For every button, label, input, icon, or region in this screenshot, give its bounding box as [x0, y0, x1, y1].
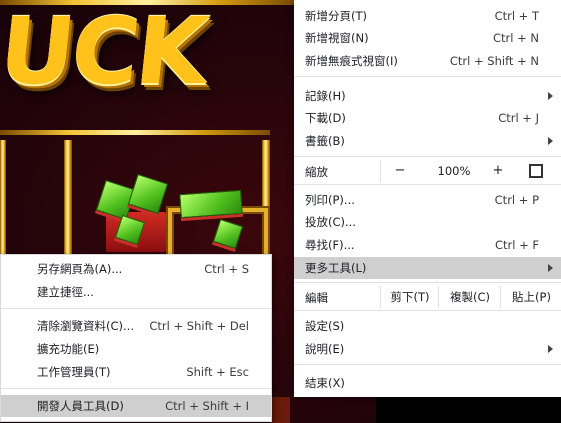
menu-separator [294, 310, 561, 311]
menu-item-help[interactable]: 說明(E) [294, 338, 561, 360]
submenu-item-clear-data[interactable]: 清除瀏覽資料(C)... Ctrl + Shift + Del [1, 315, 271, 337]
menu-separator [294, 364, 561, 365]
green-cube [127, 173, 169, 215]
browser-main-menu: 新增分頁(T) Ctrl + T 新增視窗(N) Ctrl + N 新增無痕式視… [294, 0, 561, 397]
submenu-item-create-shortcut[interactable]: 建立捷徑... [1, 281, 271, 303]
menu-item-shortcut: Ctrl + T [494, 9, 539, 23]
edit-label: 編輯 [305, 291, 328, 305]
menu-zoom-row: 縮放 − 100% + [294, 160, 561, 182]
menu-item-shortcut: Ctrl + N [492, 31, 539, 45]
menu-item-bookmarks[interactable]: 書籤(B) [294, 130, 561, 152]
green-gem-cluster [95, 173, 266, 258]
cut-button[interactable]: 剪下(T) [380, 286, 439, 308]
menu-item-label: 書籤(B) [305, 134, 345, 148]
menu-item-shortcut: Ctrl + S [204, 262, 249, 276]
menu-item-find[interactable]: 尋找(F)... Ctrl + F [294, 234, 561, 256]
menu-item-label: 更多工具(L) [305, 261, 367, 275]
menu-item-label: 另存網頁為(A)... [37, 262, 123, 276]
menu-item-label: 建立捷徑... [37, 285, 94, 299]
gold-trim-bottom [270, 397, 290, 423]
zoom-out-button[interactable]: − [389, 163, 411, 178]
menu-item-label: 工作管理員(T) [37, 365, 111, 379]
menu-edit-row: 編輯 剪下(T) 複製(C) 貼上(P) [294, 286, 561, 308]
arrow-right-icon [548, 92, 553, 100]
menu-item-exit[interactable]: 結束(X) [294, 372, 561, 394]
submenu-item-dev-tools[interactable]: 開發人員工具(D) Ctrl + Shift + I [1, 395, 271, 417]
menu-item-label: 新增分頁(T) [305, 9, 367, 23]
menu-item-shortcut: Ctrl + Shift + N [449, 54, 539, 68]
menu-item-history[interactable]: 記錄(H) [294, 85, 561, 107]
submenu-item-save-page[interactable]: 另存網頁為(A)... Ctrl + S [1, 258, 271, 280]
green-cube [212, 218, 244, 250]
green-cube [179, 189, 243, 219]
more-tools-submenu: 另存網頁為(A)... Ctrl + S 建立捷徑... 清除瀏覽資料(C)..… [0, 254, 272, 422]
menu-item-label: 列印(P)... [305, 193, 355, 207]
menu-item-shortcut: Ctrl + Shift + I [165, 399, 249, 413]
menu-item-label: 投放(C)... [305, 215, 356, 229]
menu-separator [1, 388, 271, 389]
menu-separator [1, 308, 271, 309]
menu-item-shortcut: Shift + Esc [186, 365, 249, 379]
fullscreen-icon[interactable] [529, 164, 543, 178]
game-title-text: UCK [0, 0, 211, 105]
menu-separator [294, 282, 561, 283]
menu-item-label: 結束(X) [305, 376, 345, 390]
menu-item-new-window[interactable]: 新增視窗(N) Ctrl + N [294, 27, 561, 49]
zoom-level: 100% [437, 164, 471, 178]
menu-item-label: 擴充功能(E) [37, 342, 100, 356]
menu-item-label: 下載(D) [305, 111, 346, 125]
menu-item-shortcut: Ctrl + J [498, 111, 539, 125]
menu-item-label: 新增視窗(N) [305, 31, 369, 45]
menu-separator [294, 76, 561, 77]
menu-item-shortcut: Ctrl + Shift + Del [149, 319, 249, 333]
bottom-dark-strip [376, 397, 561, 423]
menu-item-new-incognito[interactable]: 新增無痕式視窗(I) Ctrl + Shift + N [294, 50, 561, 72]
menu-item-shortcut: Ctrl + P [494, 193, 539, 207]
menu-item-more-tools[interactable]: 更多工具(L) [294, 257, 561, 279]
menu-item-settings[interactable]: 設定(S) [294, 315, 561, 337]
copy-button[interactable]: 複製(C) [438, 286, 501, 308]
gold-trim-mid [0, 130, 270, 135]
menu-separator [294, 156, 561, 157]
gold-pillar-left [0, 140, 6, 254]
menu-item-label: 尋找(F)... [305, 238, 355, 252]
paste-button[interactable]: 貼上(P) [500, 286, 561, 308]
zoom-controls: − 100% + [380, 160, 561, 182]
arrow-right-icon [548, 264, 553, 272]
menu-item-print[interactable]: 列印(P)... Ctrl + P [294, 189, 561, 211]
menu-item-shortcut: Ctrl + F [494, 238, 539, 252]
submenu-item-task-manager[interactable]: 工作管理員(T) Shift + Esc [1, 361, 271, 383]
menu-item-downloads[interactable]: 下載(D) Ctrl + J [294, 107, 561, 129]
menu-item-label: 設定(S) [305, 319, 345, 333]
menu-item-new-tab[interactable]: 新增分頁(T) Ctrl + T [294, 5, 561, 27]
arrow-right-icon [548, 345, 553, 353]
arrow-right-icon [548, 137, 553, 145]
submenu-item-extensions[interactable]: 擴充功能(E) [1, 338, 271, 360]
menu-item-label: 清除瀏覽資料(C)... [37, 319, 134, 333]
menu-item-label: 開發人員工具(D) [37, 399, 124, 413]
zoom-in-button[interactable]: + [487, 163, 509, 178]
menu-separator [294, 184, 561, 185]
menu-item-cast[interactable]: 投放(C)... [294, 211, 561, 233]
zoom-label: 縮放 [305, 165, 328, 179]
menu-item-label: 新增無痕式視窗(I) [305, 54, 398, 68]
menu-item-label: 記錄(H) [305, 89, 346, 103]
menu-item-label: 說明(E) [305, 342, 345, 356]
gold-pillar-center [64, 140, 72, 254]
